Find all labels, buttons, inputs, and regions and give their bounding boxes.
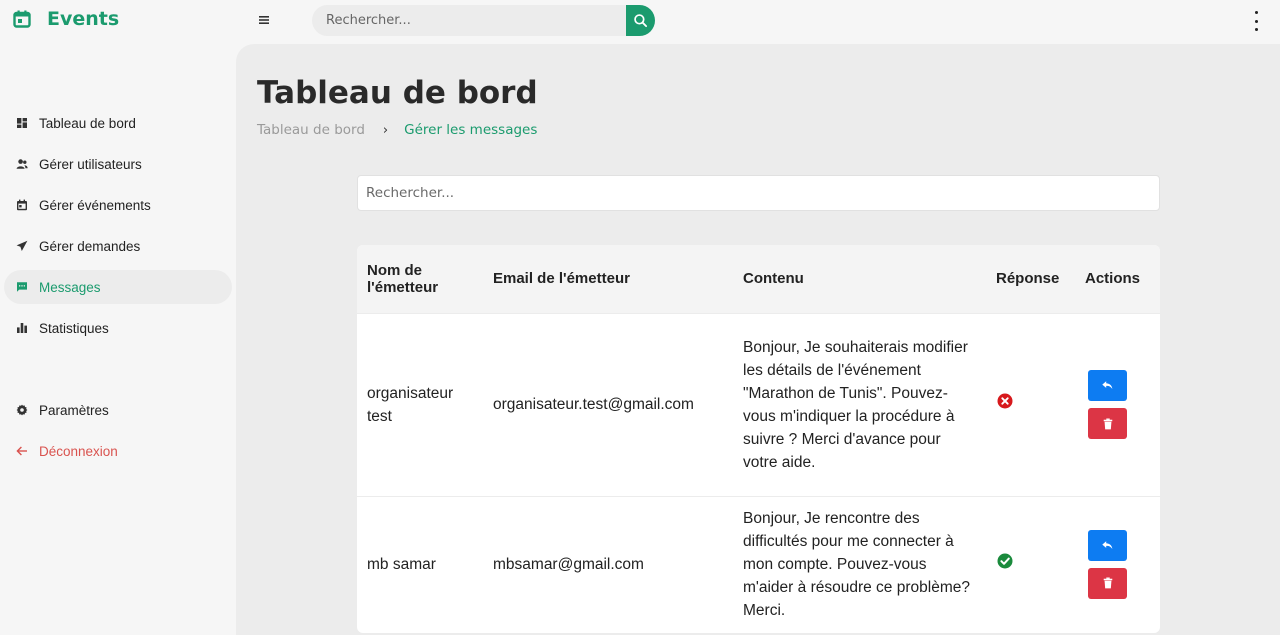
messages-search-input[interactable] [357,175,1160,211]
reply-icon [1102,540,1113,549]
sidebar-item-label: Gérer événements [39,197,151,213]
cell-content: Bonjour, Je souhaiterais modifier les dé… [743,338,968,471]
sidebar-item-users[interactable]: Gérer utilisateurs [4,147,232,181]
sidebar-item-label: Messages [39,279,101,295]
sidebar-item-label: Gérer demandes [39,238,141,254]
top-search-input[interactable] [312,5,626,36]
app-title: Events [47,8,120,30]
header-sender-email: Email de l'émetteur [493,270,630,288]
menu-icon[interactable] [257,13,271,27]
breadcrumb: Tableau de bord › Gérer les messages [257,122,537,138]
sidebar-item-label: Tableau de bord [39,115,136,131]
cell-sender-name: mb samar [367,555,436,573]
breadcrumb-separator: › [382,122,389,138]
table-row: organisateur test organisateur.test@gmai… [357,313,1160,496]
send-icon [16,240,28,252]
x-circle-icon [997,393,1013,409]
calendar-icon [16,199,28,211]
header-content: Contenu [743,270,804,288]
cell-sender-name: organisateur test [367,384,454,425]
reply-icon [1102,381,1113,390]
sidebar-item-label: Paramètres [39,402,109,418]
dashboard-icon [16,117,28,129]
reply-button[interactable] [1088,370,1127,401]
messages-table: Nom de l'émetteur Email de l'émetteur Co… [357,245,1160,633]
page-title: Tableau de bord [257,75,538,111]
gear-icon [16,404,28,416]
sidebar-item-messages[interactable]: Messages [4,270,232,304]
sidebar-item-statistics[interactable]: Statistiques [4,311,232,345]
header-actions: Actions [1085,270,1141,288]
more-options-icon[interactable] [1250,11,1262,31]
brand[interactable]: Events [13,8,119,30]
cell-actions [1075,496,1160,632]
header-sender-name: Nom de l'émetteur [367,261,439,296]
sidebar-item-requests[interactable]: Gérer demandes [4,229,232,263]
calendar-icon [13,10,31,28]
cell-reply-status [986,313,1075,496]
cell-content: Bonjour, Je rencontre des difficultés po… [743,509,970,619]
bar-chart-icon [16,322,28,334]
cell-actions [1075,313,1160,496]
sidebar-item-label: Déconnexion [39,443,118,459]
sidebar-item-dashboard[interactable]: Tableau de bord [4,106,232,140]
sidebar-item-label: Statistiques [39,320,109,336]
delete-button[interactable] [1088,567,1127,599]
trash-icon [1103,418,1112,429]
sidebar: Tableau de bord Gérer utilisateurs Gérer… [0,44,236,635]
trash-icon [1103,577,1112,589]
sidebar-item-logout[interactable]: Déconnexion [4,434,232,468]
message-icon [16,281,28,293]
main-content: Tableau de bord Tableau de bord › Gérer … [236,44,1280,635]
breadcrumb-current[interactable]: Gérer les messages [404,122,537,138]
cell-reply-status [986,496,1075,632]
sidebar-item-events[interactable]: Gérer événements [4,188,232,222]
top-bar: Events [0,0,1280,44]
arrow-left-icon [16,445,28,457]
table-row: mb samar mbsamar@gmail.com Bonjour, Je r… [357,496,1160,632]
top-search [312,5,655,36]
sidebar-item-settings[interactable]: Paramètres [4,393,232,427]
delete-button[interactable] [1088,408,1127,439]
table-header-row: Nom de l'émetteur Email de l'émetteur Co… [357,245,1160,313]
users-icon [16,158,28,170]
check-circle-icon [997,553,1013,569]
search-icon [634,14,648,28]
top-search-button[interactable] [626,5,655,36]
header-reply: Réponse [996,270,1060,288]
reply-button[interactable] [1088,529,1127,561]
cell-sender-email: mbsamar@gmail.com [493,555,644,573]
sidebar-item-label: Gérer utilisateurs [39,156,142,172]
breadcrumb-home[interactable]: Tableau de bord [257,122,365,138]
cell-sender-email: organisateur.test@gmail.com [493,396,694,413]
